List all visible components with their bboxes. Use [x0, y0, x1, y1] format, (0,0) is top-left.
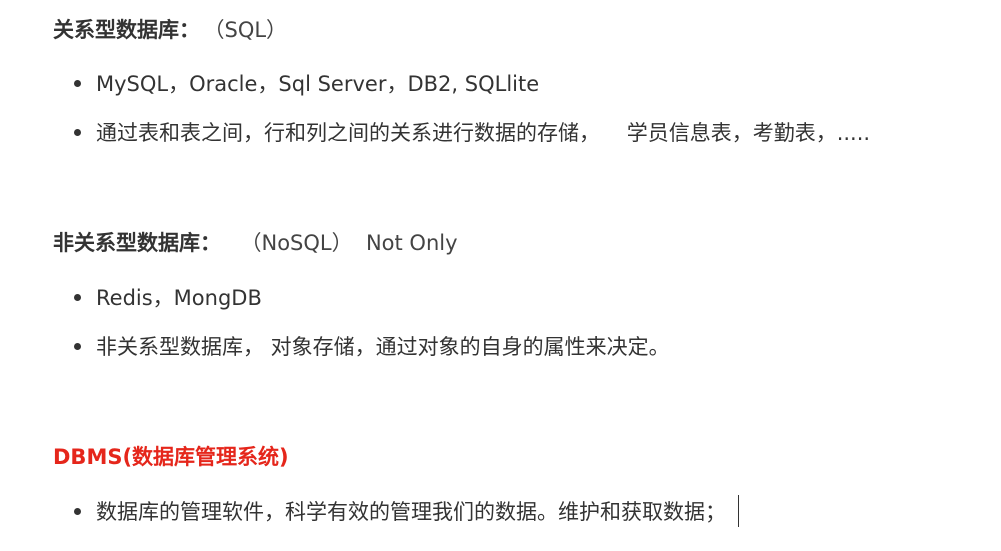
bullet-dot	[74, 342, 81, 350]
list-item: 非关系型数据库， 对象存储，通过对象的自身的属性来决定。	[74, 332, 670, 362]
list-item: Redis，MongDB	[74, 283, 262, 313]
text-cursor	[738, 495, 739, 527]
bullet-dot	[74, 507, 81, 515]
heading-nonrelational-db-title: 非关系型数据库：	[53, 231, 221, 255]
bullet-dot	[74, 79, 81, 87]
list-item[interactable]: 数据库的管理软件，科学有效的管理我们的数据。维护和获取数据；	[74, 495, 739, 529]
list-item: 通过表和表之间，行和列之间的关系进行数据的存储， 学员信息表，考勤表，.....	[74, 118, 870, 148]
list-item-text: MySQL，Oracle，Sql Server，DB2, SQLlite	[96, 72, 540, 96]
heading-dbms: DBMS(数据库管理系统)	[53, 442, 289, 472]
heading-relational-db-tail: （SQL）	[214, 18, 288, 42]
bullet-dot	[74, 128, 81, 136]
list-item-text[interactable]: 数据库的管理软件，科学有效的管理我们的数据。维护和获取数据；	[96, 500, 726, 524]
heading-relational-db: 关系型数据库： （SQL）	[53, 15, 287, 45]
document: 关系型数据库： （SQL） MySQL，Oracle，Sql Server，DB2…	[0, 0, 1001, 551]
list-item-text: 通过表和表之间，行和列之间的关系进行数据的存储， 学员信息表，考勤表，.....	[96, 121, 871, 145]
list-item: MySQL，Oracle，Sql Server，DB2, SQLlite	[74, 69, 539, 99]
heading-dbms-title: DBMS(数据库管理系统)	[53, 445, 289, 469]
bullet-dot	[74, 293, 81, 301]
list-item-text: 非关系型数据库， 对象存储，通过对象的自身的属性来决定。	[96, 335, 670, 359]
heading-nonrelational-db-tail: （NoSQL） Not Only	[251, 231, 458, 255]
heading-nonrelational-db: 非关系型数据库： （NoSQL） Not Only	[53, 228, 458, 258]
heading-relational-db-title: 关系型数据库：	[53, 18, 200, 42]
list-item-text: Redis，MongDB	[96, 286, 262, 310]
